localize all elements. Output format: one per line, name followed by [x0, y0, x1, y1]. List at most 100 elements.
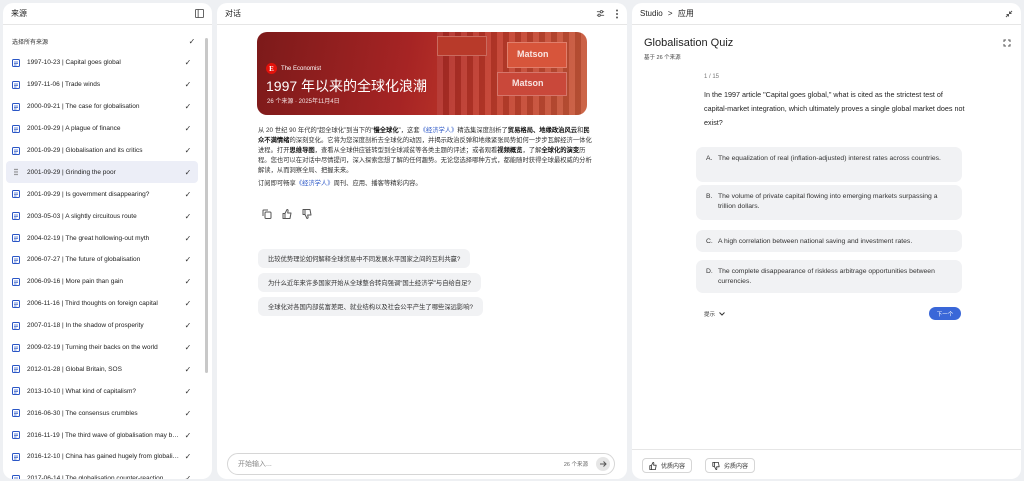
source-checkbox[interactable]: ✓	[184, 387, 192, 396]
description-paragraph: 从 20 世纪 90 年代的“超全球化”到当下的“慢全球化”，这套《经济学人》精…	[258, 127, 592, 174]
source-item[interactable]: 2004-02-19 | The great hollowing-out myt…	[6, 227, 198, 249]
sources-scrollbar[interactable]	[205, 38, 208, 373]
source-item[interactable]: 2016-12-10 | China has gained hugely fro…	[6, 446, 198, 468]
answer-option[interactable]: A. The equalization of real (inflation-a…	[696, 147, 962, 182]
collapse-panel-icon[interactable]	[195, 9, 204, 18]
source-checkbox[interactable]: ✓	[184, 168, 192, 177]
video-overview-link[interactable]: 视频概览	[497, 147, 522, 154]
answer-option[interactable]: B. The volume of private capital flowing…	[696, 185, 962, 220]
source-item-label: 2016-11-19 | The third wave of globalisa…	[27, 431, 184, 439]
economist-link[interactable]: 《经济学人》	[420, 127, 458, 134]
breadcrumb-studio[interactable]: Studio	[640, 9, 663, 18]
source-item-label: 2012-01-28 | Global Britain, SOS	[27, 365, 122, 373]
document-icon	[12, 102, 20, 111]
thumbs-down-icon[interactable]	[301, 208, 313, 220]
send-button[interactable]	[596, 457, 610, 471]
source-item-label: 2001-09-29 | A plague of finance	[27, 125, 121, 133]
source-item[interactable]: 2012-01-28 | Global Britain, SOS ✓	[6, 358, 198, 380]
more-vert-icon[interactable]	[615, 9, 619, 19]
quiz-question: In the 1997 article "Capital goes global…	[704, 90, 965, 127]
source-checkbox[interactable]: ✓	[184, 409, 192, 418]
source-checkbox[interactable]: ✓	[184, 190, 192, 199]
source-checkbox[interactable]: ✓	[184, 474, 192, 479]
source-item[interactable]: 2007-01-18 | In the shadow of prosperity…	[6, 315, 198, 337]
source-item[interactable]: 2001-09-29 | A plague of finance ✓	[6, 118, 198, 140]
source-checkbox[interactable]: ✓	[184, 124, 192, 133]
source-item-label: 2001-09-29 | Is government disappearing?	[27, 190, 150, 198]
source-item-label: 2013-10-10 | What kind of capitalism?	[27, 387, 136, 395]
source-item-label: 2001-09-29 | Globalisation and its criti…	[27, 147, 143, 154]
source-item[interactable]: 2013-10-10 | What kind of capitalism? ✓	[6, 380, 198, 402]
next-button[interactable]: 下一个	[929, 307, 961, 320]
source-checkbox[interactable]: ✓	[184, 58, 192, 67]
source-item-label: 2003-05-03 | A slightly circuitous route	[27, 212, 137, 220]
hint-toggle[interactable]: 提示	[704, 310, 725, 318]
source-item[interactable]: 2003-05-03 | A slightly circuitous route…	[6, 205, 198, 227]
thumbs-down-icon	[712, 461, 720, 470]
notebook-title: 1997 年以来的全球化浪潮	[266, 78, 428, 94]
source-item[interactable]: 2017-06-14 | The globalisation counter-r…	[6, 468, 198, 479]
source-item[interactable]: 1997-11-06 | Trade winds ✓	[6, 74, 198, 96]
studio-header: Studio > 应用	[632, 3, 1021, 25]
tune-icon[interactable]	[596, 9, 605, 18]
economist-brand: E The Economist	[266, 63, 321, 74]
source-checkbox[interactable]: ✓	[184, 452, 192, 461]
option-key: D.	[706, 268, 713, 275]
source-checkbox[interactable]: ✓	[184, 277, 192, 286]
select-all-checkbox[interactable]: ✓	[188, 37, 196, 46]
document-icon	[12, 474, 20, 479]
source-item-label: 2016-12-10 | China has gained hugely fro…	[27, 453, 184, 461]
source-checkbox[interactable]: ✓	[184, 343, 192, 352]
source-checkbox[interactable]: ✓	[184, 80, 192, 89]
suggested-question[interactable]: 比较优势理论如何解释全球贸易中不同发展水平国家之间的互利共赢?	[258, 249, 471, 268]
question-counter: 1 / 15	[704, 74, 720, 80]
document-icon	[12, 58, 20, 67]
source-item[interactable]: 2016-11-19 | The third wave of globalisa…	[6, 424, 198, 446]
source-checkbox[interactable]: ✓	[184, 146, 192, 155]
source-checkbox[interactable]: ✓	[184, 255, 192, 264]
source-item[interactable]: 2016-06-30 | The consensus crumbles ✓	[6, 402, 198, 424]
document-icon	[12, 321, 20, 330]
document-icon	[12, 80, 20, 89]
source-checkbox[interactable]: ✓	[184, 212, 192, 221]
source-item[interactable]: 2001-09-29 | Is government disappearing?…	[6, 183, 198, 205]
source-item[interactable]: 2001-09-29 | Globalisation and its criti…	[6, 140, 198, 162]
source-checkbox[interactable]: ✓	[184, 431, 192, 440]
answer-option[interactable]: C. A high correlation between national s…	[696, 230, 962, 252]
good-content-button[interactable]: 优质内容	[642, 458, 693, 473]
expand-icon[interactable]	[1003, 39, 1011, 47]
source-checkbox[interactable]: ✓	[184, 321, 192, 330]
collapse-diagonal-icon[interactable]	[1005, 10, 1013, 18]
notebook-subtitle: 26 个来源 · 2025年11月4日	[267, 99, 340, 105]
quiz-title: Globalisation Quiz	[644, 37, 734, 49]
source-item[interactable]: 2006-07-27 | The future of globalisation…	[6, 249, 198, 271]
source-item[interactable]: 2006-11-16 | Third thoughts on foreign c…	[6, 293, 198, 315]
copy-icon[interactable]	[261, 208, 273, 220]
source-checkbox[interactable]: ✓	[184, 299, 192, 308]
thumbs-up-icon[interactable]	[281, 208, 293, 220]
chat-input-placeholder[interactable]: 开始输入...	[238, 459, 564, 469]
select-all-row[interactable]: 选择所有来源 ✓	[12, 37, 196, 46]
suggested-question[interactable]: 为什么近年来许多国家开始从全球整合转向强调“国土经济学”与自给自足?	[258, 273, 481, 292]
source-item[interactable]: 2001-09-29 | Grinding the poor ✓	[6, 161, 198, 184]
source-checkbox[interactable]: ✓	[184, 365, 192, 374]
notebook-hero-image: Matson Matson E The Economist 1997 年以来的全…	[257, 32, 587, 115]
source-item[interactable]: 2009-02-19 | Turning their backs on the …	[6, 337, 198, 359]
chat-title: 对话	[225, 9, 241, 18]
chevron-down-icon	[719, 312, 725, 316]
economist-subscribe-link[interactable]: 《经济学人》	[296, 180, 334, 187]
suggested-question[interactable]: 全球化对各国内部贫富差距、就业结构以及社会公平产生了哪些深远影响?	[258, 297, 484, 316]
document-icon	[12, 409, 20, 418]
answer-option[interactable]: D. The complete disappearance of riskles…	[696, 260, 962, 293]
source-item[interactable]: 2006-09-16 | More pain than gain ✓	[6, 271, 198, 293]
source-item[interactable]: 2000-09-21 | The case for globalisation ✓	[6, 96, 198, 118]
mindmap-link[interactable]: 思维导图	[289, 147, 314, 154]
source-checkbox[interactable]: ✓	[184, 102, 192, 111]
source-item-label: 2004-02-19 | The great hollowing-out myt…	[27, 234, 150, 242]
bad-content-button[interactable]: 劣质内容	[705, 458, 756, 473]
source-item[interactable]: 1997-10-23 | Capital goes global ✓	[6, 52, 198, 74]
drag-handle-icon	[12, 168, 20, 176]
chat-input[interactable]: 开始输入... 26 个来源	[227, 453, 615, 475]
option-text: A high correlation between national savi…	[718, 238, 913, 245]
source-checkbox[interactable]: ✓	[184, 234, 192, 243]
